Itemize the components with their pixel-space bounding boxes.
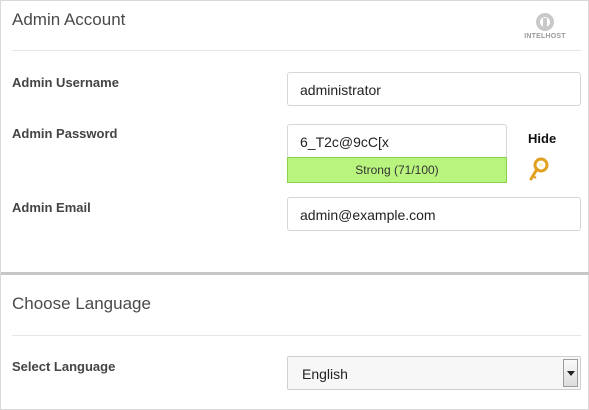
admin-account-title: Admin Account [12,10,126,29]
key-icon[interactable] [528,157,550,183]
language-select-value: English [302,366,348,382]
admin-password-input[interactable]: 6_T2c@9cC[x [287,124,507,158]
section-divider [1,272,589,275]
logo-text: INTELHOST [524,33,566,40]
select-language-label: Select Language [12,359,116,374]
admin-password-label: Admin Password [12,126,118,141]
language-select[interactable]: English [287,356,581,390]
admin-username-input[interactable]: administrator [287,72,581,106]
intelhost-logo: INTELHOST [519,11,571,43]
password-strength-meter: Strong (71/100) [287,157,507,183]
admin-username-label: Admin Username [12,75,119,90]
admin-email-label: Admin Email [12,200,91,215]
section-rule [12,50,581,51]
choose-language-title: Choose Language [12,294,151,313]
section-rule [12,335,581,336]
admin-email-input[interactable]: admin@example.com [287,197,581,231]
chevron-down-icon[interactable] [563,359,578,387]
hide-password-link[interactable]: Hide [528,131,556,146]
installer-panel: Admin Account INTELHOST Admin Username a… [0,0,589,410]
